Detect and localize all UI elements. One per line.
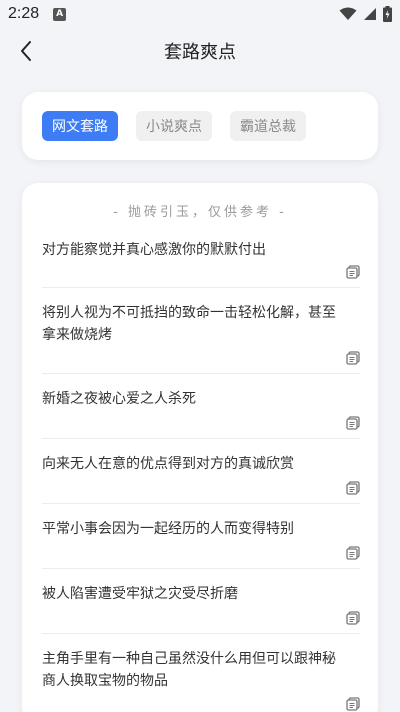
list-item[interactable]: 被人陷害遭受牢狱之灾受尽折磨	[42, 569, 360, 634]
list-item[interactable]: 主角手里有一种自己虽然没什么用但可以跟神秘商人换取宝物的物品	[42, 634, 360, 712]
back-button[interactable]	[12, 36, 40, 66]
back-arrow-icon	[21, 41, 31, 61]
tab-web-novel-tropes[interactable]: 网文套路	[42, 111, 118, 141]
list-item-text: 主角手里有一种自己虽然没什么用但可以跟神秘商人换取宝物的物品	[42, 651, 336, 689]
battery-icon	[383, 6, 392, 22]
list-item[interactable]: 新婚之夜被心爱之人杀死	[42, 374, 360, 439]
status-bar: 2:28 A	[0, 0, 400, 28]
top-bar: 套路爽点	[0, 28, 400, 74]
list-item[interactable]: 向来无人在意的优点得到对方的真诚欣赏	[42, 439, 360, 504]
copy-icon[interactable]	[346, 697, 360, 711]
copy-icon[interactable]	[346, 265, 360, 279]
tab-novel-highlights[interactable]: 小说爽点	[136, 111, 212, 141]
tropes-list: - 抛砖引玉，仅供参考 - 对方能察觉并真心感激你的默默付出 将别人视为不可抵挡…	[22, 183, 378, 712]
list-item[interactable]: 将别人视为不可抵挡的致命一击轻松化解，甚至拿来做烧烤	[42, 288, 360, 374]
copy-icon[interactable]	[346, 611, 360, 625]
copy-icon[interactable]	[346, 546, 360, 560]
list-item[interactable]: 平常小事会因为一起经历的人而变得特别	[42, 504, 360, 569]
list-item-text: 向来无人在意的优点得到对方的真诚欣赏	[42, 456, 294, 472]
signal-icon	[364, 8, 376, 20]
copy-icon[interactable]	[346, 416, 360, 430]
status-icons	[339, 6, 392, 22]
list-item-text: 新婚之夜被心爱之人杀死	[42, 391, 196, 407]
category-tabs: 网文套路 小说爽点 霸道总裁	[22, 92, 378, 160]
copy-icon[interactable]	[346, 481, 360, 495]
list-item-text: 对方能察觉并真心感激你的默默付出	[42, 242, 266, 258]
notification-icon: A	[53, 7, 67, 21]
wifi-icon	[339, 7, 357, 20]
list-item-text: 被人陷害遭受牢狱之灾受尽折磨	[42, 586, 238, 602]
copy-icon[interactable]	[346, 351, 360, 365]
tab-domineering-ceo[interactable]: 霸道总裁	[230, 111, 306, 141]
page-title: 套路爽点	[164, 42, 236, 63]
list-item[interactable]: 对方能察觉并真心感激你的默默付出	[42, 235, 360, 288]
list-item-text: 将别人视为不可抵挡的致命一击轻松化解，甚至拿来做烧烤	[42, 305, 336, 343]
list-item-text: 平常小事会因为一起经历的人而变得特别	[42, 521, 294, 537]
list-subtitle: - 抛砖引玉，仅供参考 -	[113, 205, 287, 220]
status-time: 2:28	[8, 5, 40, 22]
